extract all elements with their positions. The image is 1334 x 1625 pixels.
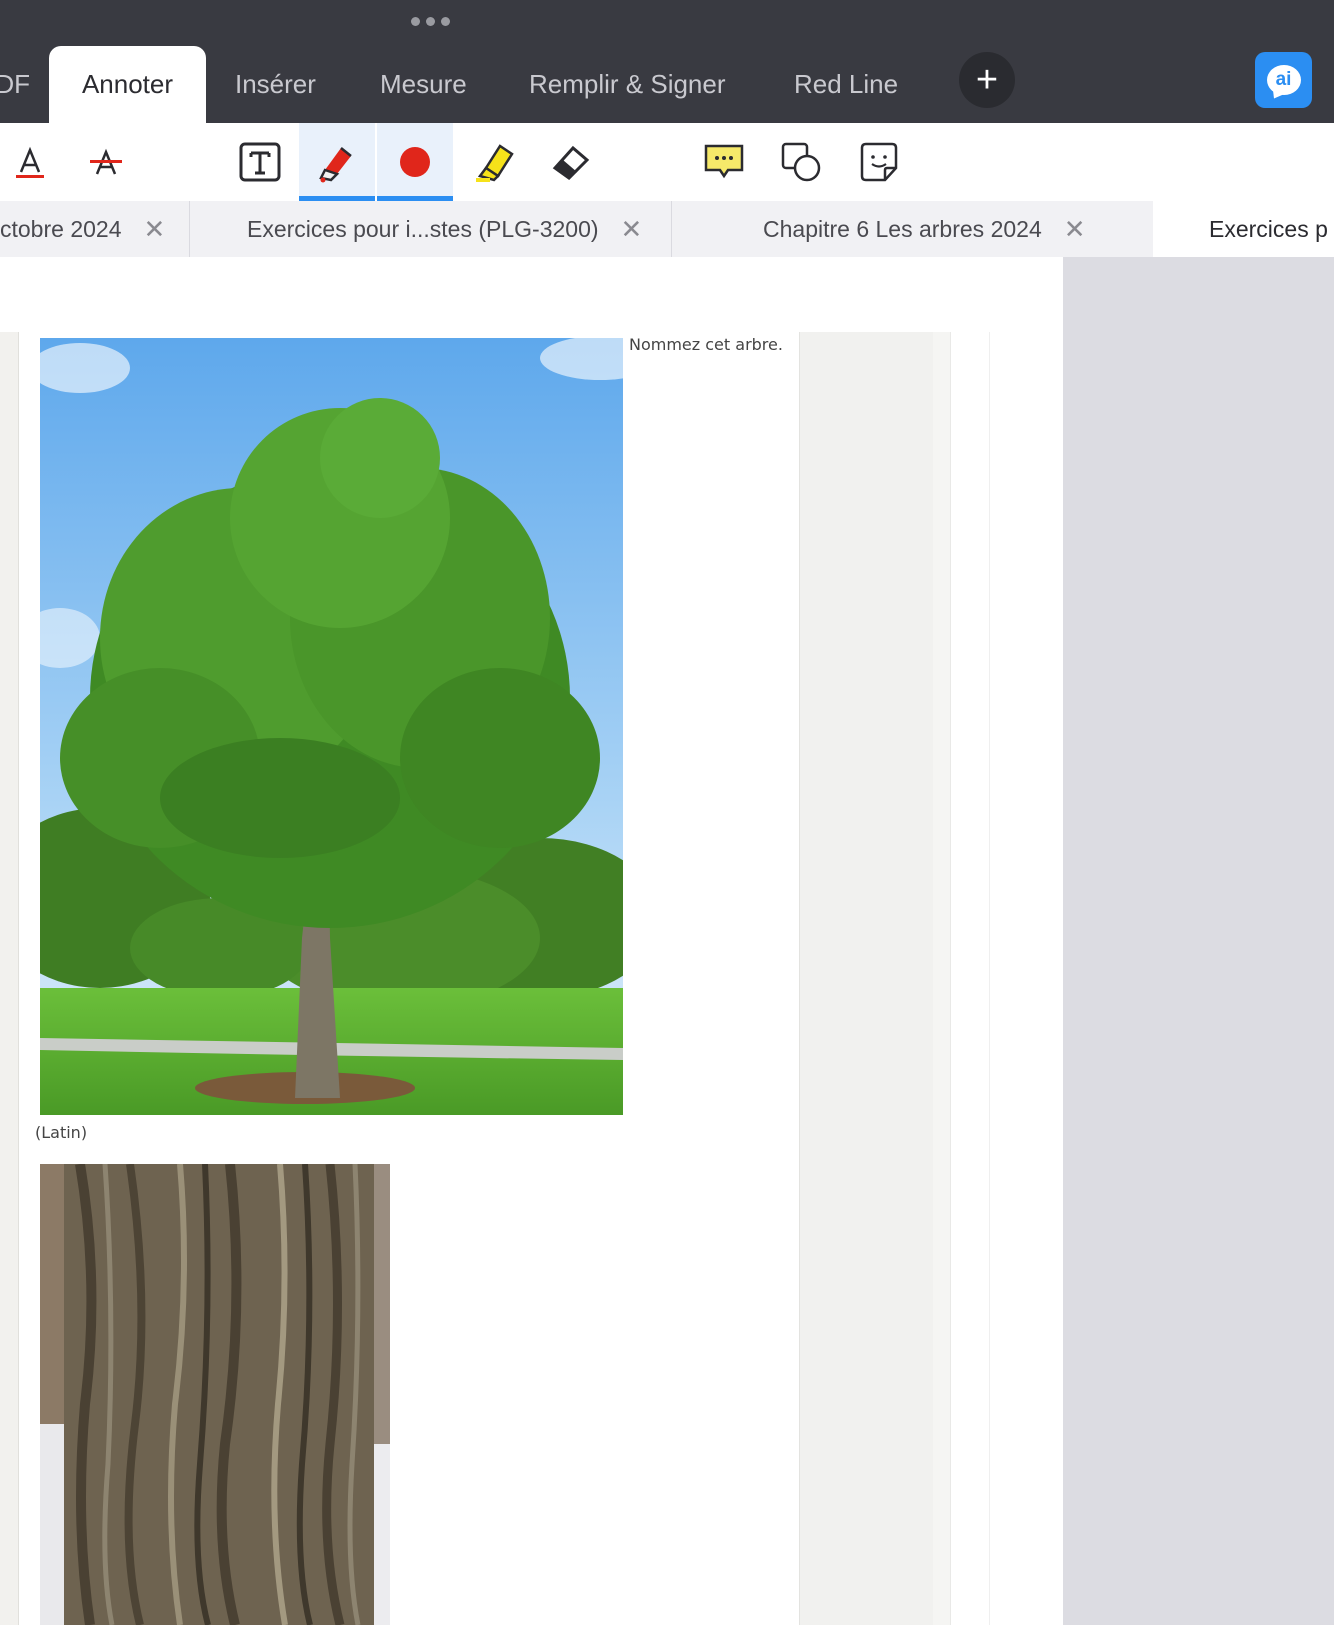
tab-inserer-label: Insérer (235, 69, 316, 99)
close-icon[interactable]: ✕ (1064, 214, 1086, 245)
tab-mesure-label: Mesure (380, 69, 467, 99)
tab-annoter[interactable]: Annoter (49, 46, 206, 123)
eraser-tool[interactable] (533, 123, 609, 201)
document-tab-bar (0, 201, 1334, 258)
tree-photo (40, 338, 623, 1115)
tab-divider (189, 201, 190, 257)
strikethrough-tool[interactable] (68, 123, 144, 201)
doc-tab-label: Exercices pour i...stes (PLG-3200) (247, 215, 599, 242)
pen-icon (319, 147, 352, 183)
tab-inserer[interactable]: Insérer (235, 46, 316, 123)
text-color-icon (16, 146, 44, 178)
shapes-icon (781, 142, 821, 182)
sticker-tool[interactable] (841, 123, 917, 201)
highlighter-icon (476, 144, 514, 182)
doc-tab[interactable]: ctobre 2024 ✕ (0, 201, 189, 257)
page-column (933, 332, 951, 1625)
close-icon[interactable]: ✕ (143, 214, 165, 245)
close-icon[interactable]: ✕ (621, 214, 643, 245)
doc-tab[interactable]: Chapitre 6 Les arbres 2024 ✕ (763, 201, 1086, 257)
tab-pdf[interactable]: DF (0, 46, 30, 123)
doc-tab-label: Chapitre 6 Les arbres 2024 (763, 215, 1042, 242)
strikethrough-icon (90, 148, 122, 175)
comment-icon (704, 144, 744, 179)
highlighter-tool[interactable] (456, 123, 532, 201)
ai-bubble-icon: ai (1266, 65, 1301, 95)
latin-label: (Latin) (35, 1123, 88, 1142)
eraser-icon (552, 145, 590, 180)
sticker-icon (860, 142, 898, 182)
text-box-tool[interactable] (222, 123, 298, 201)
doc-tab[interactable]: Exercices pour i...stes (PLG-3200) ✕ (247, 201, 642, 257)
tab-annoter-label: Annoter (81, 69, 174, 99)
more-dots-icon[interactable] (400, 12, 460, 30)
page-column (951, 332, 990, 1625)
doc-tab-label: ctobre 2024 (0, 215, 122, 242)
page-margin (0, 332, 19, 1625)
ai-label: ai (1275, 69, 1292, 90)
plus-icon: + (975, 59, 999, 101)
text-box-icon (239, 142, 281, 182)
annotation-toolbar (0, 123, 1334, 201)
tab-redline-label: Red Line (794, 69, 899, 99)
bark-photo-graphic (40, 1164, 390, 1625)
color-dot-icon (400, 147, 430, 177)
text-color-tool[interactable] (0, 123, 68, 201)
tab-divider (671, 201, 672, 257)
tab-pdf-label: DF (0, 69, 30, 99)
shapes-tool[interactable] (763, 123, 839, 201)
bark-photo (40, 1164, 390, 1625)
ai-assistant-button[interactable]: ai (1255, 52, 1312, 108)
tree-photo-graphic (40, 338, 623, 1115)
add-tab-button[interactable]: + (959, 52, 1015, 108)
pen-tool[interactable] (299, 123, 375, 201)
doc-tab-active[interactable]: Exercices p (1153, 201, 1334, 258)
tab-mesure[interactable]: Mesure (380, 46, 467, 123)
tab-remplir-signer[interactable]: Remplir & Signer (529, 46, 726, 123)
doc-tab-label: Exercices p (1209, 216, 1328, 242)
tab-red-line[interactable]: Red Line (794, 46, 898, 123)
page-column (799, 332, 935, 1625)
comment-tool[interactable] (686, 123, 762, 201)
question-text: Nommez cet arbre. (629, 335, 783, 354)
viewer-background (1063, 257, 1334, 1625)
tab-remplir-label: Remplir & Signer (529, 69, 726, 99)
color-picker-tool[interactable] (377, 123, 453, 201)
